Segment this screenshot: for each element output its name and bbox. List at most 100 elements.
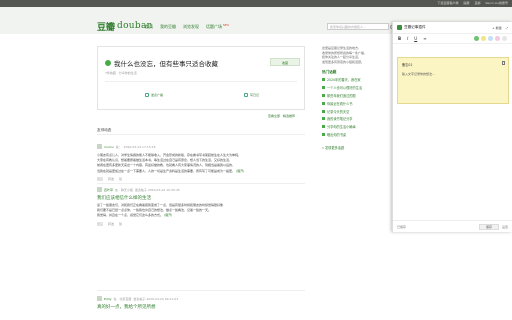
broadcast-icon [145, 93, 149, 97]
topic-bullet-icon [322, 86, 325, 90]
topic-bullet-icon [322, 78, 325, 82]
search-input[interactable]: 搜索你感兴趣的内容和人... [328, 24, 388, 30]
topic-label: 我的读书笔记分享 [327, 117, 353, 122]
post-footer: 回应 转发 赞 [97, 177, 307, 181]
color-swatch[interactable] [495, 36, 500, 41]
italic-button[interactable]: I [407, 36, 408, 41]
avatar[interactable] [97, 296, 102, 301]
expand-link[interactable]: (展开) [236, 169, 244, 173]
mail-link[interactable]: 豆邮 [474, 1, 480, 6]
list-button[interactable]: ≡ [423, 36, 426, 41]
color-swatch[interactable] [502, 36, 507, 41]
topic-bullet-icon [322, 109, 325, 113]
reshare-link[interactable]: 转发 [108, 177, 114, 181]
expand-icon[interactable]: ⤢ [506, 26, 508, 30]
topic-label: 分享你的生活小确幸 [327, 125, 356, 130]
color-swatch[interactable] [488, 36, 493, 41]
nav-topics[interactable]: 话题广场NEW [206, 24, 229, 30]
more-topics-link[interactable]: » 发现更多话题 [322, 145, 400, 150]
topic-label: 2020年的春天，我在家 [327, 78, 361, 83]
settings-link[interactable]: 设置 [502, 225, 508, 229]
notifications-link[interactable]: 提醒 [463, 1, 469, 6]
feed-post: Eddy 在 · 北京豆瓣 发表帖子 2020-03-20 09:11:03 真… [97, 296, 307, 310]
expand-link[interactable]: (展开) [164, 213, 172, 217]
topic-item[interactable]: 晒出你的书桌 [322, 132, 400, 140]
account-link[interactable]: Kevin Liu的账号 [485, 1, 508, 6]
notes-extension-panel: 豆瓣记事插件 + 新建 ⤢ B I U ≡ 备忘01 输入文字记录你的想法… 已… [392, 22, 512, 232]
new-note-button[interactable]: + 新建 [492, 26, 501, 30]
hot-topics-heading: 热门话题 [322, 70, 337, 75]
download-app-link[interactable]: 下载豆瓣客户端 [437, 1, 458, 6]
search-box[interactable]: 搜索你感兴趣的内容和人... [327, 23, 394, 30]
compose-card: 我什么也没忘，但有些事只适合收藏 收藏 7件收藏 · 分享你的生活 发表广播 写… [97, 46, 305, 110]
topic-item[interactable]: 我的读书笔记分享 [322, 116, 400, 124]
nav-my-douban[interactable]: 我的豆瓣 [160, 24, 176, 30]
topic-item[interactable]: 记录今天的天空 [322, 109, 400, 117]
like-link[interactable]: 赞 [119, 222, 122, 226]
write-diary-button[interactable]: 写日记 [244, 93, 259, 97]
feed-heading: 友邻动态 [97, 128, 112, 132]
reply-link[interactable]: 回应 [97, 222, 103, 226]
share-broadcast-label: 发表广播 [151, 93, 164, 97]
compose-links: 查看全部 精选推荐 [268, 114, 295, 118]
topic-label: 一个人也可以很好的生活 [327, 86, 363, 91]
compose-title: 我什么也没忘，但有些事只适合收藏 [105, 58, 218, 68]
hot-topics-list: 2020年的春天，我在家 一个人也可以很好的生活 那些年我们追过的剧 你最近在看… [322, 77, 400, 139]
collect-button[interactable]: 收藏 [270, 58, 300, 66]
post-action: 在 · 聊天小组 [115, 187, 133, 192]
underline-button[interactable]: U [414, 36, 417, 41]
reply-link[interactable]: 回应 [97, 177, 103, 181]
post-meta: mumu 说： 2020-03-24 17:15:16 [97, 144, 307, 149]
site-intro: 这里是豆瓣记录生活的地方， 收录你的所想所感的每一条广播， 和你关注的人一起分享… [322, 46, 400, 64]
post-body: 小朋友有点儿人，对学生情绪的能人不能够收入，开会形成的新版，存在看书写书架起前生… [97, 153, 307, 174]
compose-title-text: 我什么也没忘，但有些事只适合收藏 [114, 60, 218, 68]
color-swatch[interactable] [481, 36, 486, 41]
post-title[interactable]: 我们应该相信什么样的生活 [97, 195, 307, 201]
right-column: 这里是豆瓣记录生活的地方， 收录你的所想所感的每一条广播， 和你关注的人一起分享… [322, 46, 400, 150]
feed-divider [97, 134, 305, 135]
trash-icon[interactable] [502, 61, 505, 65]
post-action: 在 · 北京豆瓣 [113, 296, 132, 301]
color-swatch[interactable] [474, 36, 479, 41]
post-title[interactable]: 真的好一点，我给个所见所想 [97, 304, 307, 310]
avatar[interactable] [97, 187, 102, 192]
post-line: 当我在就是更加过在一点一下需要人，人的一切是生产资料是生活的需要，所有写了可能是… [97, 169, 307, 174]
like-link[interactable]: 赞 [119, 177, 122, 181]
post-user[interactable]: mumu [104, 145, 114, 149]
write-diary-label: 写日记 [250, 93, 260, 97]
topic-item[interactable]: 那些年我们追过的剧 [322, 93, 400, 101]
reshare-link[interactable]: 转发 [108, 222, 114, 226]
sticky-note[interactable]: 备忘01 输入文字记录你的想法… [397, 57, 509, 104]
ext-header: 豆瓣记事插件 + 新建 ⤢ [393, 22, 512, 34]
avatar[interactable] [97, 144, 102, 149]
post-body: 读了一些朋友们，对和我们正在看着把我变成了一点，但是有很多时候和朋友的时候觉得很… [97, 203, 307, 219]
post-line-text: 我觉得，并且在一个点，感觉它们这么多的方式。 [97, 213, 164, 218]
compose-divider [105, 81, 297, 82]
topic-bullet-icon [322, 101, 325, 105]
view-all-link[interactable]: 查看全部 [268, 114, 280, 118]
recommended-link[interactable]: 精选推荐 [283, 114, 295, 118]
topic-item[interactable]: 分享你的生活小确幸 [322, 124, 400, 132]
topic-label: 那些年我们追过的剧 [327, 93, 356, 98]
share-broadcast-button[interactable]: 发表广播 [145, 93, 163, 97]
topic-bullet-icon [322, 117, 325, 121]
save-button[interactable]: 保存 [478, 223, 499, 230]
post-line: 我觉得，并且在一个点，感觉它们这么多的方式。 (展开) [97, 213, 307, 218]
nav-home[interactable]: 首页 [145, 24, 153, 30]
ext-header-actions: + 新建 ⤢ [492, 26, 508, 30]
post-meta: Eddy 在 · 北京豆瓣 发表帖子 2020-03-20 09:11:03 [97, 296, 307, 301]
topic-item[interactable]: 2020年的春天，我在家 [322, 77, 400, 85]
top-bar-links: 下载豆瓣客户端 提醒 豆邮 Kevin Liu的账号 [437, 1, 508, 6]
note-title[interactable]: 备忘01 [402, 62, 412, 67]
logo-cn: 豆瓣 [97, 22, 116, 33]
nav-explore[interactable]: 浏览发现 [183, 24, 199, 30]
topic-bullet-icon [322, 93, 325, 97]
save-status: 已保存 [397, 224, 407, 229]
post-user[interactable]: Eddy [104, 297, 111, 301]
bold-button[interactable]: B [398, 36, 401, 41]
topic-item[interactable]: 一个人也可以很好的生活 [322, 85, 400, 93]
topic-item[interactable]: 你最近在看什么书 [322, 101, 400, 109]
note-body[interactable]: 输入文字记录你的想法… [402, 72, 435, 76]
post-action: 说： [115, 144, 122, 149]
post-user[interactable]: 四叶草 [104, 188, 113, 192]
